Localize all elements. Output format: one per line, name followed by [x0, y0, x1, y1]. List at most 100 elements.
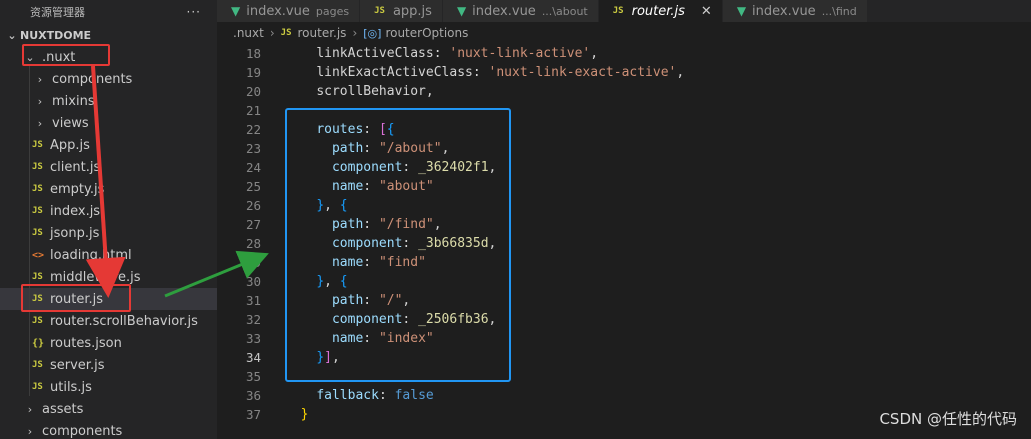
line-number: 36 — [245, 388, 261, 403]
tree-item-label: App.js — [50, 137, 90, 153]
indent-guide — [29, 66, 30, 396]
tree-item-label: utils.js — [50, 379, 92, 395]
tab-label: index.vue — [472, 3, 536, 19]
explorer-header: 资源管理器 ··· — [0, 0, 217, 24]
tree-item-label: components — [52, 71, 133, 87]
tree-item[interactable]: › assets — [0, 398, 217, 420]
chevron-down-icon: ⌄ — [7, 28, 17, 42]
breadcrumb-file[interactable]: router.js — [298, 26, 347, 40]
tree-item-label: routes.json — [50, 335, 122, 351]
tree-item[interactable]: › views — [0, 112, 217, 134]
editor-tab[interactable]: ▼ index.vue pages — [217, 0, 361, 22]
line-number: 28 — [245, 236, 261, 251]
close-icon[interactable]: ✕ — [701, 4, 712, 19]
breadcrumb-symbol[interactable]: routerOptions — [385, 26, 468, 40]
watermark: CSDN @任性的代码 — [879, 410, 1017, 428]
chevron-right-icon: › — [37, 116, 43, 130]
code-token: : — [378, 388, 395, 403]
code-token: , — [590, 46, 599, 61]
tab-label: index.vue — [752, 3, 816, 19]
code-token: linkExactActiveClass — [316, 65, 473, 80]
editor-tab[interactable]: ▼ index.vue ...\find — [722, 0, 868, 22]
line-number: 35 — [245, 369, 261, 384]
line-number: 32 — [245, 312, 261, 327]
code-line[interactable]: 36 fallback: false — [217, 386, 1031, 405]
code-token: 'nuxt-link-active' — [449, 46, 591, 61]
tree-item[interactable]: › components — [0, 420, 217, 439]
chevron-right-icon: › — [27, 402, 33, 416]
breadcrumb-separator-icon: › — [352, 26, 358, 40]
tree-item-label: server.js — [50, 357, 105, 373]
json-file-icon: {} — [32, 337, 45, 349]
line-number: 19 — [245, 65, 261, 80]
project-name: NUXTDOME — [20, 28, 92, 42]
line-number: 29 — [245, 255, 261, 270]
code-token: : — [433, 46, 450, 61]
code-line[interactable]: 19 linkExactActiveClass: 'nuxt-link-exac… — [217, 63, 1031, 82]
js-file-icon: JS — [280, 28, 292, 38]
tree-item[interactable]: JS jsonp.js — [0, 222, 217, 244]
tree-item[interactable]: JS server.js — [0, 354, 217, 376]
tree-item[interactable]: <> loading.html — [0, 244, 217, 266]
line-number: 31 — [245, 293, 261, 308]
code-text: fallback: false — [285, 388, 434, 403]
code-line[interactable]: 18 linkActiveClass: 'nuxt-link-active', — [217, 44, 1031, 63]
tree-item-label: components — [42, 423, 123, 439]
editor-tab[interactable]: JS app.js — [360, 0, 443, 22]
tree-item[interactable]: JS empty.js — [0, 178, 217, 200]
tab-label: app.js — [392, 3, 432, 19]
tree-item[interactable]: › mixins — [0, 90, 217, 112]
code-text: linkExactActiveClass: 'nuxt-link-exact-a… — [285, 65, 684, 80]
object-symbol-icon: [◎] — [363, 26, 382, 40]
js-file-icon: JS — [32, 360, 43, 370]
tree-item[interactable]: JS router.scrollBehavior.js — [0, 310, 217, 332]
js-file-icon: JS — [612, 6, 624, 16]
vue-file-icon: ▼ — [231, 4, 241, 18]
vue-file-icon: ▼ — [456, 4, 467, 18]
tree-item[interactable]: JS utils.js — [0, 376, 217, 398]
tree-item[interactable]: {} routes.json — [0, 332, 217, 354]
line-number: 25 — [245, 179, 261, 194]
js-file-icon: JS — [32, 162, 43, 172]
line-number: 18 — [245, 46, 261, 61]
tab-hint: pages — [315, 4, 350, 18]
code-token: : — [472, 65, 489, 80]
vue-file-icon: ▼ — [736, 4, 747, 18]
code-token: fallback — [316, 388, 379, 403]
code-text: linkActiveClass: 'nuxt-link-active', — [285, 46, 598, 61]
code-token: linkActiveClass — [316, 46, 434, 61]
tree-item-label: jsonp.js — [50, 225, 100, 241]
editor-tab-bar: ▼ index.vue pages JS app.js ▼ index.vue ...\abo… — [217, 0, 1031, 22]
line-number: 22 — [245, 122, 261, 137]
line-number: 21 — [245, 103, 261, 118]
tab-label: index.vue — [246, 3, 310, 19]
project-section[interactable]: ⌄ NUXTDOME — [0, 24, 217, 46]
editor-tab[interactable]: ▼ index.vue ...\about — [442, 0, 599, 22]
tree-item[interactable]: JS index.js — [0, 200, 217, 222]
code-token: false — [394, 388, 434, 403]
tree-item-label: middleware.js — [50, 269, 141, 285]
more-actions-icon[interactable]: ··· — [187, 5, 201, 19]
editor-tab[interactable]: JS router.js ✕ — [598, 0, 723, 22]
tree-item-label: mixins — [52, 93, 95, 109]
js-file-icon: JS — [32, 228, 43, 238]
line-number: 26 — [245, 198, 261, 213]
js-file-icon: JS — [32, 206, 43, 216]
tree-item[interactable]: › components — [0, 68, 217, 90]
line-number: 34 — [245, 350, 261, 365]
annotation-box-routes — [285, 108, 511, 382]
tree-item[interactable]: JS App.js — [0, 134, 217, 156]
code-line[interactable]: 20 scrollBehavior, — [217, 82, 1031, 101]
chevron-right-icon: › — [27, 424, 33, 438]
code-token: , — [676, 65, 685, 80]
line-number: 27 — [245, 217, 261, 232]
tab-label: router.js — [631, 3, 685, 19]
tree-item-label: index.js — [50, 203, 101, 219]
tree-item-label: assets — [42, 401, 84, 417]
line-number: 20 — [245, 84, 261, 99]
breadcrumb-folder[interactable]: .nuxt — [233, 26, 264, 40]
tree-item[interactable]: JS client.js — [0, 156, 217, 178]
chevron-right-icon: › — [37, 72, 43, 86]
